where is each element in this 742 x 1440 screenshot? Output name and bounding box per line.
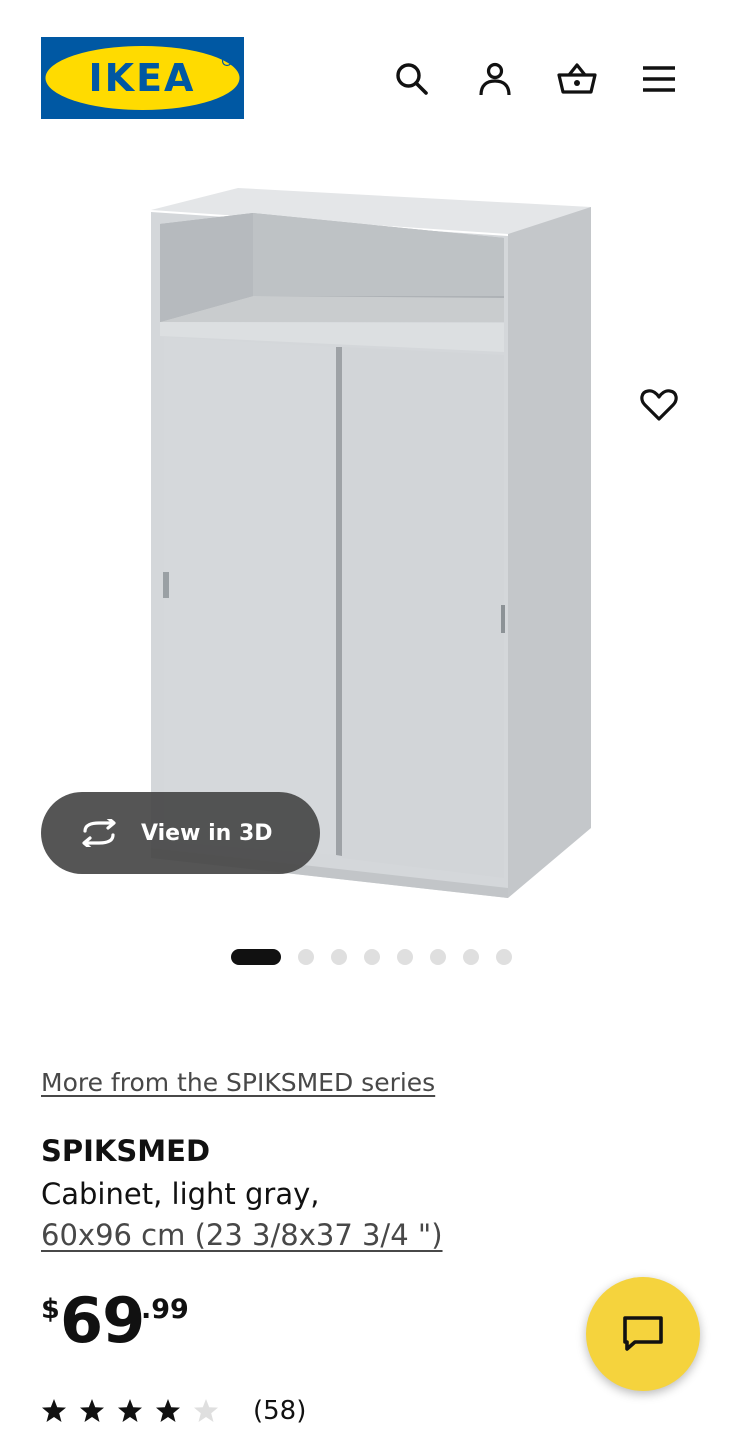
product-name: SPIKSMED [41, 1134, 211, 1168]
gallery-dot[interactable] [230, 949, 281, 965]
search-button[interactable] [391, 58, 433, 100]
gallery-dot[interactable] [330, 949, 347, 965]
star-filled-icon [80, 1399, 104, 1422]
gallery-dot[interactable] [396, 949, 413, 965]
price-integer: 69 [60, 1284, 145, 1357]
search-icon [396, 63, 428, 95]
price-currency: $ [41, 1294, 60, 1325]
menu-button[interactable] [638, 58, 680, 100]
star-filled-icon [42, 1399, 66, 1422]
series-link[interactable]: More from the SPIKSMED series [41, 1068, 435, 1097]
gallery-dot[interactable] [429, 949, 446, 965]
rating-count: (58) [253, 1396, 307, 1426]
price-decimal: .99 [141, 1294, 189, 1325]
gallery-dot[interactable] [462, 949, 479, 965]
menu-icon [643, 66, 675, 92]
star-filled-icon [118, 1399, 142, 1422]
product-size-link[interactable]: 60x96 cm (23 3/8x37 3/4 ") [41, 1218, 443, 1252]
rating-stars [41, 1398, 231, 1424]
gallery-pagination [0, 948, 742, 966]
view-in-3d-label: View in 3D [141, 820, 273, 846]
heart-icon [640, 389, 678, 421]
basket-button[interactable] [556, 58, 598, 100]
account-icon [479, 62, 511, 96]
gallery-dot[interactable] [495, 949, 512, 965]
star-empty-icon [194, 1399, 218, 1422]
gallery-dot[interactable] [363, 949, 380, 965]
header: IKEA [0, 0, 742, 140]
account-button[interactable] [474, 58, 516, 100]
gallery-dot[interactable] [297, 949, 314, 965]
basket-icon [557, 63, 597, 94]
logo-text: IKEA [89, 56, 196, 100]
product-rating[interactable]: (58) [41, 1392, 306, 1430]
chat-button[interactable] [586, 1277, 700, 1391]
chat-icon [623, 1316, 663, 1351]
star-filled-icon [156, 1399, 180, 1422]
view-in-3d-button[interactable]: View in 3D [41, 792, 320, 874]
favorite-button[interactable] [636, 382, 682, 428]
product-description: Cabinet, light gray, [41, 1177, 320, 1211]
rotate-3d-icon [82, 819, 116, 847]
ikea-logo[interactable]: IKEA [41, 37, 244, 119]
